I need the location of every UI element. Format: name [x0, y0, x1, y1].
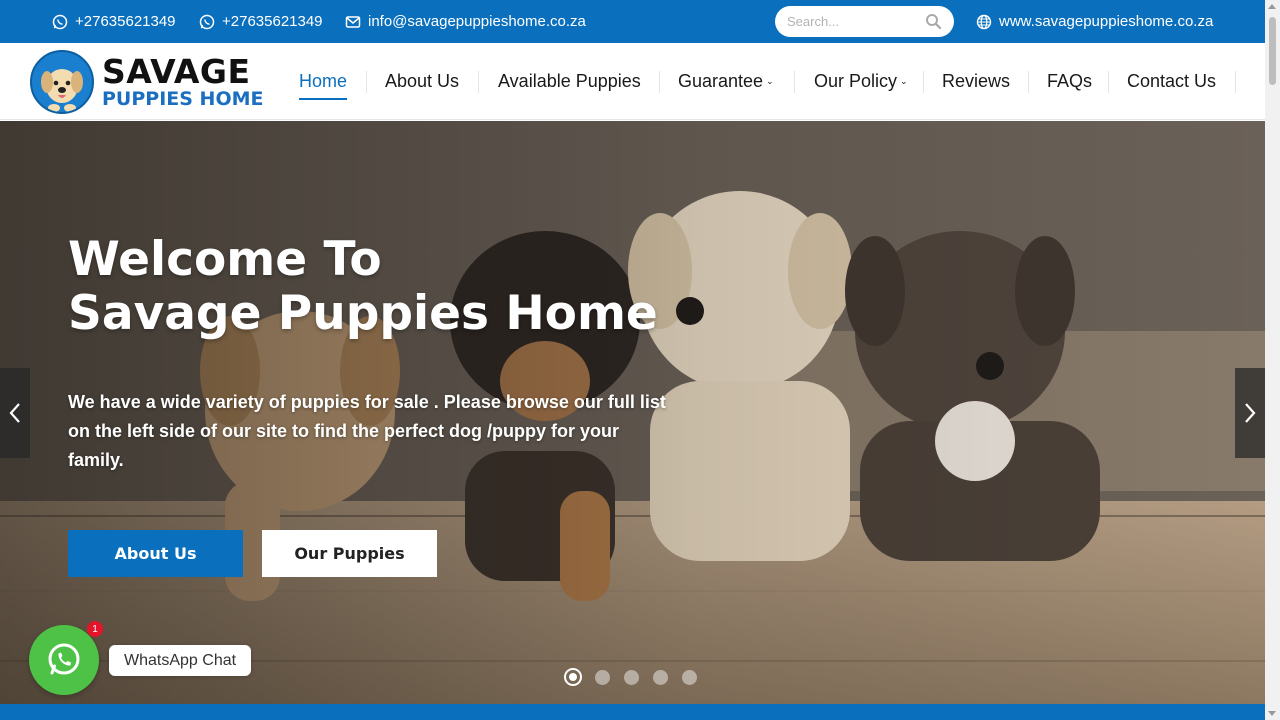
nav-label: Reviews — [942, 71, 1011, 91]
scroll-down-arrow-icon[interactable] — [1268, 711, 1276, 716]
top-bar: +27635621349 +27635621349 info@savagepup… — [0, 0, 1265, 43]
nav-item-about-us[interactable]: About Us — [385, 43, 459, 120]
nav-label: Home — [299, 71, 348, 91]
nav-label: FAQs — [1047, 71, 1093, 91]
nav-item-faqs[interactable]: FAQs — [1047, 43, 1092, 120]
hero-title: Welcome To Savage Puppies Home — [68, 233, 658, 341]
email-address: info@savagepuppieshome.co.za — [368, 13, 586, 30]
nav-divider — [366, 71, 367, 93]
nav-item-our-policy[interactable]: Our Policy ⌄ — [814, 43, 908, 120]
envelope-icon — [345, 15, 361, 28]
nav-divider — [923, 71, 924, 93]
slider-next-button[interactable] — [1235, 368, 1265, 458]
scroll-up-arrow-icon[interactable] — [1268, 4, 1276, 9]
slider-dot-3[interactable] — [624, 669, 639, 685]
main-header: SAVAGE PUPPIES HOME Home About Us Availa… — [0, 43, 1265, 120]
chevron-left-icon — [9, 403, 20, 423]
logo-subtitle: PUPPIES HOME — [102, 88, 264, 110]
nav-divider — [1235, 71, 1236, 93]
page-scrollbar[interactable] — [1265, 0, 1280, 720]
scrollbar-thumb[interactable] — [1269, 17, 1276, 85]
website-url: www.savagepuppieshome.co.za — [999, 13, 1214, 30]
chevron-right-icon — [1245, 403, 1256, 423]
nav-divider — [1108, 71, 1109, 93]
website-link[interactable]: www.savagepuppieshome.co.za — [976, 0, 1213, 43]
hero-title-line-2: Savage Puppies Home — [68, 286, 658, 341]
nav-label: Contact Us — [1127, 71, 1217, 91]
globe-icon — [976, 14, 992, 29]
nav-item-available-puppies[interactable]: Available Puppies — [498, 43, 641, 120]
chevron-down-icon: ⌄ — [900, 76, 908, 86]
our-puppies-button[interactable]: Our Puppies — [262, 530, 437, 577]
hero-title-line-1: Welcome To — [68, 232, 382, 287]
nav-item-contact-us[interactable]: Contact Us — [1127, 43, 1216, 120]
whatsapp-chat-button[interactable] — [29, 625, 99, 695]
nav-divider — [794, 71, 795, 93]
hero-slider: Welcome To Savage Puppies Home We have a… — [0, 121, 1265, 704]
phone-link-1[interactable]: +27635621349 — [52, 0, 176, 43]
slider-dot-2[interactable] — [595, 669, 610, 685]
search-icon[interactable] — [925, 13, 942, 30]
phone-number-2: +27635621349 — [222, 13, 323, 30]
whatsapp-icon — [52, 14, 68, 29]
slider-dot-4[interactable] — [653, 669, 668, 685]
about-us-button[interactable]: About Us — [68, 530, 243, 577]
whatsapp-icon — [48, 643, 80, 675]
section-divider — [0, 704, 1265, 720]
slider-dot-5[interactable] — [682, 669, 697, 685]
chevron-down-icon: ⌄ — [766, 76, 774, 86]
nav-label: Guarantee — [678, 71, 764, 91]
nav-divider — [1028, 71, 1029, 93]
slider-prev-button[interactable] — [0, 368, 30, 458]
nav-label: Our Policy — [814, 71, 898, 91]
hero-subtitle: We have a wide variety of puppies for sa… — [68, 392, 666, 470]
whatsapp-icon — [199, 14, 215, 29]
nav-divider — [478, 71, 479, 93]
slider-pagination — [564, 668, 698, 686]
nav-item-guarantee[interactable]: Guarantee ⌄ — [678, 43, 774, 120]
email-link[interactable]: info@savagepuppieshome.co.za — [345, 0, 586, 43]
nav-item-reviews[interactable]: Reviews — [942, 43, 1010, 120]
slider-dot-1[interactable] — [564, 668, 582, 686]
nav-divider — [659, 71, 660, 93]
site-logo[interactable]: SAVAGE PUPPIES HOME — [30, 46, 275, 118]
nav-label: About Us — [385, 71, 460, 91]
nav-item-home[interactable]: Home — [299, 43, 348, 120]
nav-label: Available Puppies — [498, 71, 641, 91]
phone-link-2[interactable]: +27635621349 — [199, 0, 323, 43]
logo-title: SAVAGE — [102, 52, 251, 91]
notification-badge: 1 — [87, 621, 103, 637]
search-input[interactable] — [787, 14, 917, 29]
whatsapp-chat-label[interactable]: WhatsApp Chat — [109, 645, 252, 676]
puppy-logo-icon — [30, 50, 94, 114]
phone-number-1: +27635621349 — [75, 13, 176, 30]
search-box — [775, 6, 954, 37]
